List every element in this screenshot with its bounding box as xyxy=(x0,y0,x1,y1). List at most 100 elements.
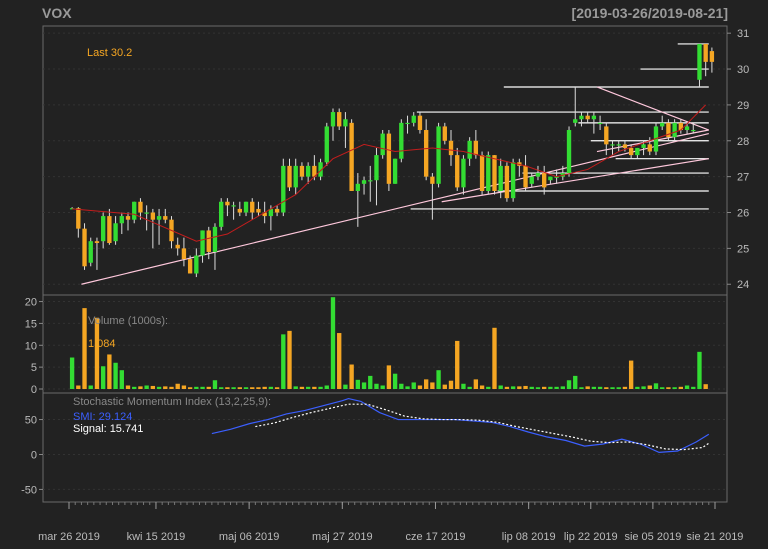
volume-bar xyxy=(113,362,118,389)
signal-line xyxy=(255,403,710,451)
volume-bar xyxy=(312,386,317,389)
candle-body xyxy=(542,173,547,188)
candle-body xyxy=(423,130,429,177)
volume-bar xyxy=(94,317,100,389)
volume-bar xyxy=(181,385,187,389)
candle-body xyxy=(107,216,112,243)
volume-bar xyxy=(486,386,491,389)
volume-bar xyxy=(430,382,435,389)
volume-bar xyxy=(337,333,342,389)
candle-body xyxy=(660,122,665,127)
volume-bar xyxy=(262,386,267,389)
volume-bar xyxy=(374,383,379,389)
smi-line xyxy=(211,397,710,454)
volume-bar xyxy=(206,386,211,389)
candle-body xyxy=(523,165,528,188)
volume-bar xyxy=(156,386,162,389)
volume-bar xyxy=(274,387,280,389)
volume-bar xyxy=(225,387,230,389)
candle-body xyxy=(380,133,385,156)
volume-bar xyxy=(268,386,274,389)
candle-body xyxy=(305,165,311,177)
candle-body xyxy=(628,147,634,156)
volume-bar xyxy=(510,386,516,389)
volume-bar xyxy=(82,308,87,389)
volume-bar xyxy=(448,380,454,389)
volume-bar xyxy=(604,387,609,389)
candle-body xyxy=(181,248,187,260)
volume-tick-label: 5 xyxy=(31,362,37,374)
candle-body xyxy=(349,122,354,191)
candle-body xyxy=(585,115,590,120)
candle-body xyxy=(641,144,646,148)
x-tick-label: lip 22 2019 xyxy=(564,531,618,543)
volume-bar xyxy=(579,387,584,389)
volume-bar xyxy=(256,387,261,389)
candle-body xyxy=(337,112,342,127)
volume-bar xyxy=(455,340,460,389)
volume-bar xyxy=(175,383,180,389)
candle-body xyxy=(579,115,584,120)
volume-bar xyxy=(467,386,472,389)
candle-body xyxy=(256,208,261,213)
volume-bar xyxy=(380,385,385,389)
candle-body xyxy=(163,216,168,220)
volume-bar xyxy=(293,386,298,389)
x-tick-label: lip 08 2019 xyxy=(502,531,556,543)
volume-bar xyxy=(200,386,205,389)
candle-body xyxy=(237,208,242,213)
volume-bar xyxy=(243,387,249,389)
volume-bar xyxy=(219,387,224,389)
candle-body xyxy=(150,212,156,220)
candle-body xyxy=(436,126,441,184)
volume-bar xyxy=(324,385,329,389)
candle-body xyxy=(473,140,479,156)
candle-body xyxy=(250,201,255,213)
volume-bar xyxy=(69,357,75,389)
candle-body xyxy=(132,201,137,220)
x-tick-label: mar 26 2019 xyxy=(38,531,100,543)
volume-bar xyxy=(628,360,634,389)
x-tick-label: maj 27 2019 xyxy=(312,531,373,543)
volume-bar xyxy=(542,386,547,389)
x-tick-label: cze 17 2019 xyxy=(406,531,466,543)
x-tick-label: maj 06 2019 xyxy=(219,531,280,543)
volume-title: Volume (1000s): xyxy=(88,315,168,327)
volume-bar xyxy=(591,386,597,389)
volume-bar xyxy=(361,382,367,389)
candle-body xyxy=(88,241,93,263)
volume-bar xyxy=(573,375,578,389)
x-tick-label: sie 21 2019 xyxy=(687,531,744,543)
candle-body xyxy=(417,115,423,131)
chart-canvas: 24 25 26 27 28 29 30 31 Last 30.2 0 5 10 15 20 Volume … xyxy=(21,25,749,543)
x-tick-label: kwi 15 2019 xyxy=(127,531,186,543)
volume-bar xyxy=(566,380,572,389)
volume-bar xyxy=(355,379,361,389)
candle-body xyxy=(442,126,447,141)
volume-bar xyxy=(479,385,485,389)
price-tick-label: 25 xyxy=(737,243,749,255)
candle-body xyxy=(597,122,603,125)
volume-bar xyxy=(231,387,236,389)
volume-bar xyxy=(660,387,665,389)
volume-bar xyxy=(125,385,131,389)
volume-bar xyxy=(187,387,193,389)
candle-body xyxy=(591,115,597,120)
candle-body xyxy=(343,119,348,127)
volume-bar xyxy=(653,383,659,389)
volume-tick-label: 15 xyxy=(25,318,37,330)
candle-body xyxy=(510,162,516,199)
volume-bar xyxy=(411,382,416,389)
candle-body xyxy=(622,144,628,148)
price-tick-label: 30 xyxy=(737,64,749,76)
volume-bar xyxy=(281,334,286,389)
candle-body xyxy=(573,119,578,123)
candle-body xyxy=(498,165,503,191)
candle-body xyxy=(219,201,224,227)
candle-body xyxy=(529,176,534,184)
volume-bar xyxy=(318,386,323,389)
smi-tick-label: -50 xyxy=(21,484,37,496)
smi-tick-label: 0 xyxy=(31,449,37,461)
candle-body xyxy=(392,158,398,184)
candle-body xyxy=(535,173,541,177)
